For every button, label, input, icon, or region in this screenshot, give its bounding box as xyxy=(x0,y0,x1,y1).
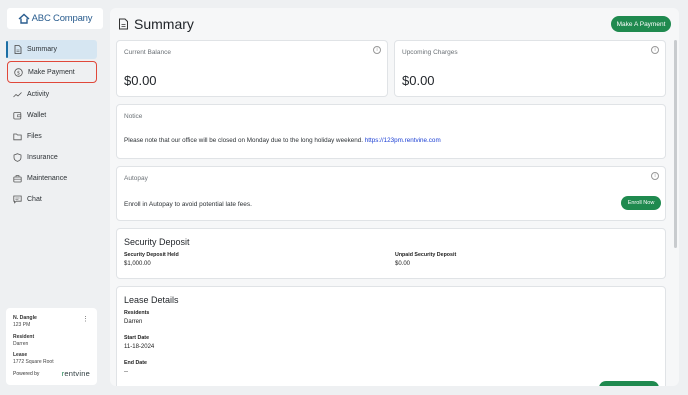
sidebar-item-label: Make Payment xyxy=(28,68,75,76)
lease-label: Lease xyxy=(13,352,28,358)
current-balance-card: Current Balance i $0.00 xyxy=(116,40,388,97)
chat-icon xyxy=(13,195,22,204)
sidebar-item-label: Maintenance xyxy=(27,175,68,182)
current-balance-value: $0.00 xyxy=(124,73,157,88)
folder-icon xyxy=(13,132,22,141)
start-date-value: 11-18-2024 xyxy=(124,344,155,350)
sidebar-item-wallet[interactable]: Wallet xyxy=(7,106,97,125)
user-unit: 123 PM xyxy=(13,322,31,328)
resident-label: Resident xyxy=(13,334,35,340)
toolbox-icon xyxy=(13,174,22,183)
upcoming-charges-value: $0.00 xyxy=(402,73,435,88)
notice-text: Please note that our office will be clos… xyxy=(124,137,441,144)
make-a-payment-button[interactable]: Make A Payment xyxy=(611,16,671,32)
sidebar-item-insurance[interactable]: Insurance xyxy=(7,148,97,167)
powered-by: Powered by rentvine xyxy=(13,369,90,378)
autopay-text: Enroll in Autopay to avoid potential lat… xyxy=(124,201,252,208)
current-balance-label: Current Balance xyxy=(124,49,171,56)
notice-link[interactable]: https://123pm.rentvine.com xyxy=(365,137,441,144)
autopay-card: Autopay i Enroll in Autopay to avoid pot… xyxy=(116,166,666,221)
main-panel: Summary Make A Payment Current Balance i… xyxy=(110,8,679,386)
page-title: Summary xyxy=(118,16,194,32)
sidebar-item-label: Wallet xyxy=(27,112,47,119)
main-scrollbar[interactable] xyxy=(674,40,677,248)
trend-line-icon xyxy=(13,90,22,99)
deposit-held-label: Security Deposit Held xyxy=(124,252,179,258)
sidebar-item-label: Activity xyxy=(27,91,50,98)
notice-card: Notice Please note that our office will … xyxy=(116,104,666,159)
sidebar: ABC Company Summary $ Make Payment Activ… xyxy=(0,0,104,395)
page-title-text: Summary xyxy=(134,16,194,32)
rentvine-logo: rentvine xyxy=(61,369,90,378)
notice-message: Please note that our office will be clos… xyxy=(124,137,363,144)
house-logo-icon xyxy=(18,13,30,24)
notice-label: Notice xyxy=(124,113,143,120)
document-icon xyxy=(119,18,128,30)
lease-details-title: Lease Details xyxy=(124,295,179,305)
powered-by-label: Powered by xyxy=(13,370,40,377)
sidebar-item-make-payment[interactable]: $ Make Payment xyxy=(7,61,97,83)
autopay-label: Autopay xyxy=(124,175,148,182)
sidebar-item-chat[interactable]: Chat xyxy=(7,190,97,209)
info-icon[interactable]: i xyxy=(651,172,659,180)
resident-value: Darren xyxy=(13,341,29,347)
sidebar-item-label: Files xyxy=(27,133,42,140)
unpaid-deposit-value: $0.00 xyxy=(395,261,411,267)
company-logo[interactable]: ABC Company xyxy=(7,8,103,29)
wallet-icon xyxy=(13,111,22,120)
security-deposit-title: Security Deposit xyxy=(124,237,190,247)
info-icon[interactable]: i xyxy=(373,46,381,54)
start-date-label: Start Date xyxy=(124,335,150,341)
sidebar-item-label: Summary xyxy=(27,46,57,53)
more-options-icon[interactable]: ⋮ xyxy=(82,316,89,323)
sidebar-item-label: Insurance xyxy=(27,154,58,161)
upcoming-charges-label: Upcoming Charges xyxy=(402,49,458,56)
residents-label: Residents xyxy=(124,310,150,316)
sidebar-item-maintenance[interactable]: Maintenance xyxy=(7,169,97,188)
end-date-label: End Date xyxy=(124,360,147,366)
document-icon xyxy=(13,45,22,54)
sidebar-item-label: Chat xyxy=(27,196,42,203)
logo-text: ABC Company xyxy=(31,13,93,24)
end-date-value: -- xyxy=(124,369,128,375)
sidebar-item-activity[interactable]: Activity xyxy=(7,85,97,104)
lease-value: 1772 Square Root xyxy=(13,359,54,365)
sidebar-nav: Summary $ Make Payment Activity Wallet F… xyxy=(6,40,97,211)
dollar-circle-icon: $ xyxy=(14,67,23,77)
lease-details-card: Lease Details Residents Darren Start Dat… xyxy=(116,286,666,386)
sidebar-item-summary[interactable]: Summary xyxy=(6,40,97,59)
info-icon[interactable]: i xyxy=(651,46,659,54)
upcoming-charges-card: Upcoming Charges i $0.00 xyxy=(394,40,666,97)
user-name: N. Dangle xyxy=(13,315,37,321)
user-card: N. Dangle 123 PM ⋮ Resident Darren Lease… xyxy=(6,308,97,385)
lease-action-button[interactable] xyxy=(599,381,659,386)
shield-icon xyxy=(13,153,22,162)
residents-value: Darren xyxy=(124,319,143,325)
unpaid-deposit-label: Unpaid Security Deposit xyxy=(395,252,457,258)
deposit-held-value: $1,000.00 xyxy=(124,261,151,267)
svg-text:$: $ xyxy=(17,70,20,76)
security-deposit-card: Security Deposit Security Deposit Held $… xyxy=(116,228,666,279)
enroll-now-button[interactable]: Enroll Now xyxy=(621,196,661,210)
sidebar-item-files[interactable]: Files xyxy=(7,127,97,146)
